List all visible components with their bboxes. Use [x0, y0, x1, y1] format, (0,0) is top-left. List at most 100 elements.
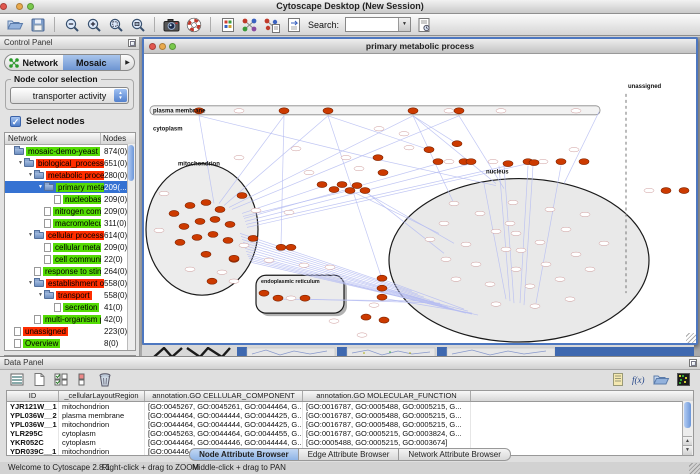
network-node[interactable]: [329, 187, 339, 193]
network-edge[interactable]: [244, 164, 438, 219]
tab-edge-attribute-browser[interactable]: Edge Attribute Browser: [298, 448, 400, 461]
enhanced-search-button[interactable]: [414, 15, 433, 34]
network-node[interactable]: [466, 159, 476, 165]
table-cell[interactable]: YPL036W__1: [7, 420, 59, 429]
tree-row-3[interactable]: ▼primary metabo209(...: [5, 181, 135, 193]
tree-row-1[interactable]: ▼biological_process651(0): [5, 157, 135, 169]
annotation-notes-button[interactable]: [608, 370, 627, 389]
table-cell[interactable]: [GO:0016787, GO:0005488, GO:0005215, G..…: [303, 420, 471, 429]
tree-row-4[interactable]: nucleobase-209(0): [5, 193, 135, 205]
table-cell[interactable]: cytoplasm: [59, 438, 145, 447]
tab-mosaic[interactable]: Mosaic: [63, 55, 121, 70]
network-node[interactable]: [579, 159, 589, 165]
network-node[interactable]: [452, 141, 462, 147]
close-window-icon[interactable]: [0, 3, 7, 10]
network-node[interactable]: [679, 188, 689, 194]
table-cell[interactable]: cytoplasm: [59, 429, 145, 438]
table-scrollbar[interactable]: ▲ ▼: [682, 401, 693, 455]
table-cell[interactable]: mitochondrion: [59, 402, 145, 411]
table-cell[interactable]: [GO:0044464, GO:0044444, GO:0044425, G..…: [145, 420, 303, 429]
import-attributes-button[interactable]: [652, 370, 671, 389]
network-node[interactable]: [195, 218, 205, 224]
network-node[interactable]: [503, 161, 513, 167]
network-node[interactable]: [276, 244, 286, 250]
column-header-cellular-component[interactable]: annotation.GO CELLULAR_COMPONENT: [145, 391, 303, 401]
network-node[interactable]: [433, 159, 443, 165]
tree-scrollbar[interactable]: [127, 144, 135, 350]
network-node[interactable]: [323, 108, 333, 114]
network-node[interactable]: [192, 234, 202, 240]
table-scrollbar-thumb[interactable]: [684, 402, 691, 428]
tree-row-13[interactable]: secretion41(0): [5, 301, 135, 313]
select-attributes-button[interactable]: [7, 370, 26, 389]
minimize-window-icon[interactable]: [16, 3, 23, 10]
network-node[interactable]: [317, 182, 327, 188]
network-node[interactable]: [352, 183, 362, 189]
network-node[interactable]: [169, 210, 179, 216]
attribute-grid-button[interactable]: [218, 15, 237, 34]
disclosure-triangle-icon[interactable]: ▼: [37, 292, 44, 298]
tree-row-0[interactable]: mosaic-demo-yeast874(0): [5, 145, 135, 157]
network-node[interactable]: [215, 206, 225, 212]
network-node[interactable]: [207, 278, 217, 284]
table-cell[interactable]: [GO:0045267, GO:0045261, GO:0044464, G..…: [145, 402, 303, 411]
network-minimize-icon[interactable]: [159, 43, 166, 50]
zoom-in-button[interactable]: [84, 15, 103, 34]
network-node[interactable]: [223, 237, 233, 243]
node-color-combobox[interactable]: transporter activity ▲ ▼: [10, 87, 129, 104]
network-node[interactable]: [248, 235, 258, 241]
tree-row-11[interactable]: ▼establishment of lo558(0): [5, 277, 135, 289]
disclosure-triangle-icon[interactable]: ▼: [17, 160, 24, 166]
network-node[interactable]: [345, 188, 355, 194]
network-node[interactable]: [273, 295, 283, 301]
table-cell[interactable]: [GO:0005488, GO:0005215, GO:0003674]: [303, 438, 471, 447]
tree-row-7[interactable]: ▼cellular process614(0): [5, 229, 135, 241]
network-edge[interactable]: [224, 116, 328, 206]
table-cell[interactable]: YKR052C: [7, 438, 59, 447]
tree-row-10[interactable]: response to stimulu264(0): [5, 265, 135, 277]
network-node[interactable]: [379, 317, 389, 323]
network-node[interactable]: [378, 170, 388, 176]
network-node[interactable]: [300, 295, 310, 301]
network-node[interactable]: [208, 231, 218, 237]
network-merge-button[interactable]: [240, 15, 259, 34]
network-node[interactable]: [237, 193, 247, 199]
window-resize-grip[interactable]: [686, 333, 696, 343]
table-cell[interactable]: [GO:0016787, GO:0005488, GO:0005215, G..…: [303, 402, 471, 411]
disclosure-triangle-icon[interactable]: ▼: [27, 280, 34, 286]
network-node[interactable]: [210, 216, 220, 222]
network-node[interactable]: [229, 255, 239, 261]
network-node[interactable]: [259, 290, 269, 296]
combobox-stepper-icon[interactable]: ▲ ▼: [114, 89, 127, 102]
network-node[interactable]: [225, 221, 235, 227]
select-nodes-checkbox[interactable]: ✓: [10, 116, 21, 127]
column-header-molecular-function[interactable]: annotation.GO MOLECULAR_FUNCTION: [303, 391, 471, 401]
table-cell[interactable]: [GO:0044464, GO:0044444, GO:0044425, G..…: [145, 411, 303, 420]
network-node[interactable]: [361, 314, 371, 320]
table-cell[interactable]: YJR121W__1: [7, 402, 59, 411]
table-cell[interactable]: [GO:0045263, GO:0044464, GO:0044455, G..…: [145, 429, 303, 438]
network-edge[interactable]: [328, 116, 429, 150]
network-close-icon[interactable]: [149, 43, 156, 50]
create-attribute-button[interactable]: [29, 370, 48, 389]
network-node[interactable]: [201, 251, 211, 257]
table-cell[interactable]: plasma membrane: [59, 411, 145, 420]
network-node[interactable]: [175, 239, 185, 245]
tab-overflow-icon[interactable]: ▶: [120, 55, 134, 70]
snapshot-button[interactable]: [162, 15, 181, 34]
tree-row-5[interactable]: nitrogen compo209(0): [5, 205, 135, 217]
table-row-4[interactable]: YKR052Ccytoplasm[GO:0044464, GO:0044446,…: [7, 438, 693, 447]
app-resize-grip[interactable]: [689, 463, 700, 474]
vizmap-button[interactable]: [284, 15, 303, 34]
tab-network[interactable]: Network: [5, 55, 63, 70]
network-node[interactable]: [424, 147, 434, 153]
batch-edit-button[interactable]: [51, 370, 70, 389]
function-builder-button[interactable]: f(x): [630, 370, 649, 389]
table-cell[interactable]: [GO:0016787, GO:0005215, GO:0003824, G..…: [303, 429, 471, 438]
zoom-selected-button[interactable]: [106, 15, 125, 34]
clear-cells-button[interactable]: [73, 370, 92, 389]
tree-row-15[interactable]: unassigned223(0): [5, 325, 135, 337]
open-session-button[interactable]: [6, 15, 25, 34]
network-zoom-icon[interactable]: [169, 43, 176, 50]
zoom-window-icon[interactable]: [27, 3, 34, 10]
